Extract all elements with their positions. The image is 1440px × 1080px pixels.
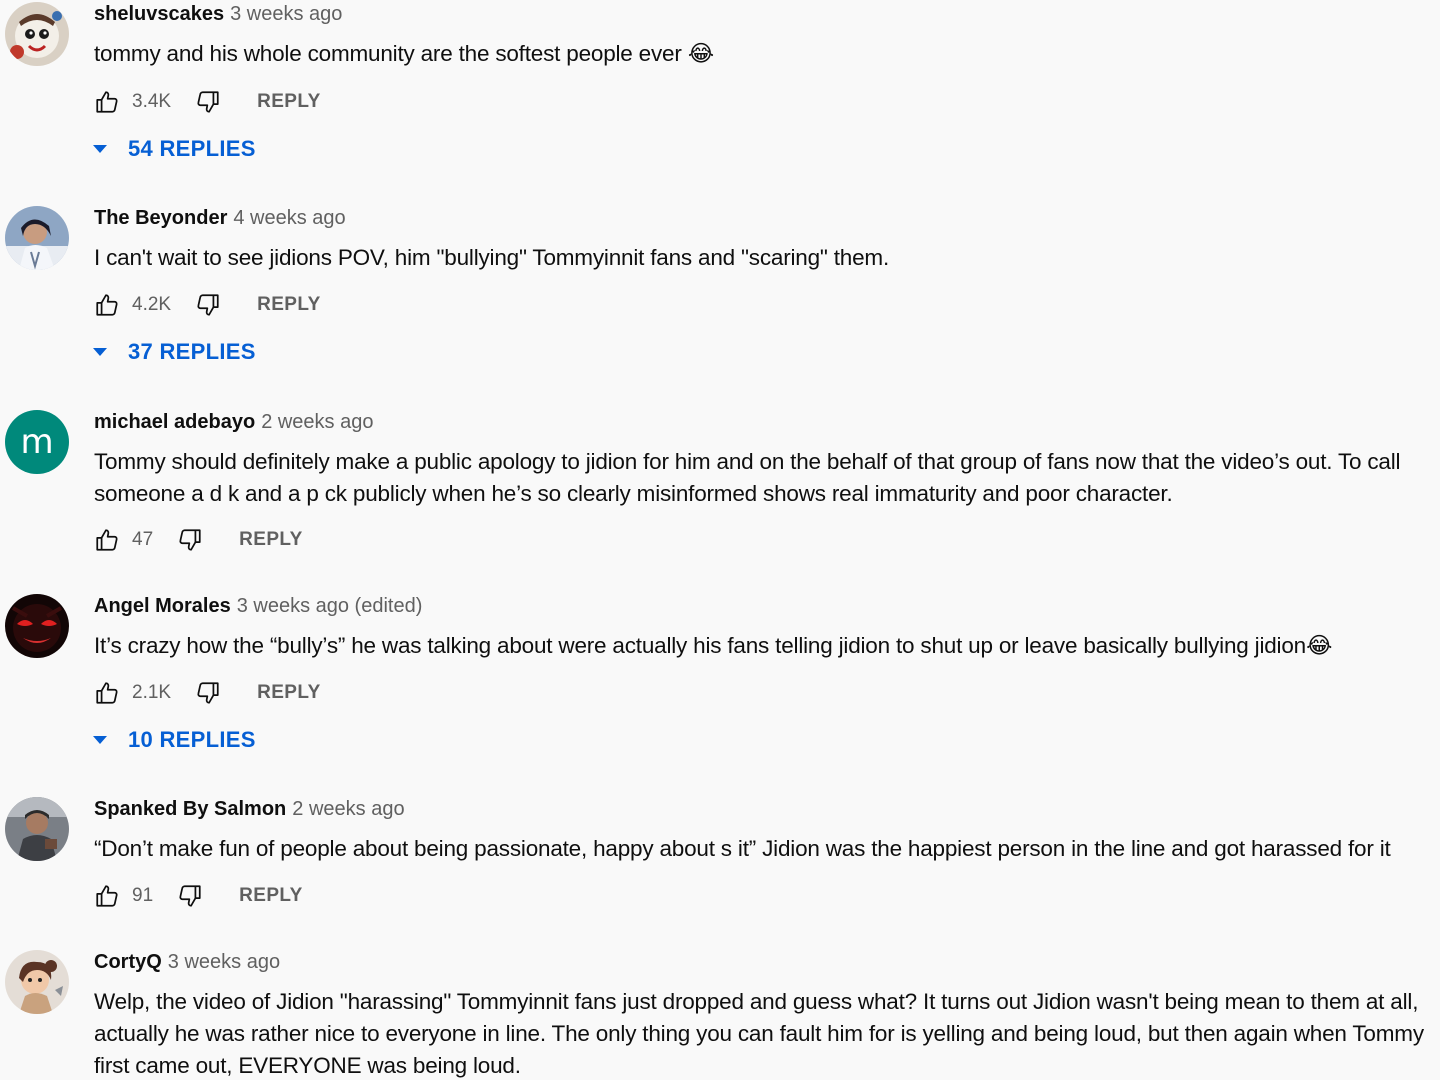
thumbs-up-icon: [96, 682, 118, 704]
reply-button[interactable]: REPLY: [257, 682, 321, 704]
comment-author[interactable]: The Beyonder: [94, 207, 227, 229]
like-button[interactable]: [94, 89, 120, 115]
comment-header: michael adebayo 2 weeks ago: [94, 410, 1432, 434]
comment-header: CortyQ 3 weeks ago: [94, 950, 1432, 974]
like-count: 47: [132, 529, 154, 550]
comment-author[interactable]: michael adebayo: [94, 411, 255, 433]
comment-header: sheluvscakes 3 weeks ago: [94, 2, 1432, 26]
caret-down-icon: [93, 736, 107, 744]
comment-body: michael adebayo 2 weeks ago Tommy should …: [94, 410, 1432, 510]
letter-avatar: m: [5, 410, 69, 474]
like-button[interactable]: [94, 883, 120, 909]
reply-button[interactable]: REPLY: [257, 294, 321, 316]
comment-actions: 2.1K REPLY: [94, 678, 321, 708]
comment-time[interactable]: 2 weeks ago: [292, 798, 404, 820]
thumbs-down-icon: [197, 682, 219, 704]
comment-time[interactable]: 2 weeks ago: [261, 411, 373, 433]
person-photo-avatar-icon: [5, 797, 69, 861]
character-portrait-avatar-icon: [5, 206, 69, 270]
view-replies-button[interactable]: 37 REPLIES: [90, 337, 256, 367]
dislike-button[interactable]: [177, 527, 203, 553]
comment-header: Angel Morales 3 weeks ago (edited): [94, 594, 1432, 618]
replies-count-label: 54 REPLIES: [128, 136, 256, 161]
thumbs-up-icon: [96, 91, 118, 113]
comment-text: tommy and his whole community are the so…: [94, 41, 714, 66]
comment-text: It’s crazy how the “bully’s” he was talk…: [94, 633, 1333, 658]
like-count: 91: [132, 885, 154, 906]
comment-text: “Don’t make fun of people about being pa…: [94, 836, 1391, 861]
like-button[interactable]: [94, 527, 120, 553]
reply-button[interactable]: REPLY: [257, 91, 321, 113]
reply-button[interactable]: REPLY: [239, 885, 303, 907]
comment-time[interactable]: 3 weeks ago: [230, 3, 342, 25]
comment-author[interactable]: sheluvscakes: [94, 3, 224, 25]
reply-button[interactable]: REPLY: [239, 529, 303, 551]
thumbs-down-icon: [179, 529, 201, 551]
comment-author[interactable]: CortyQ: [94, 951, 162, 973]
like-count: 4.2K: [132, 294, 172, 315]
cartoon-cup-avatar-icon: [5, 2, 69, 66]
comment-time[interactable]: 3 weeks ago (edited): [237, 595, 423, 617]
comments-section: sheluvscakes 3 weeks ago tommy and his wh…: [0, 0, 1440, 1080]
comment-body: Angel Morales 3 weeks ago (edited) It’s c…: [94, 594, 1432, 662]
comment-time[interactable]: 3 weeks ago: [168, 951, 280, 973]
view-replies-button[interactable]: 54 REPLIES: [90, 134, 256, 164]
comment-body: Spanked By Salmon 2 weeks ago “Don’t make…: [94, 797, 1432, 865]
comment-author[interactable]: Angel Morales: [94, 595, 231, 617]
thumbs-up-icon: [96, 885, 118, 907]
like-count: 2.1K: [132, 682, 172, 703]
avatar[interactable]: m: [5, 410, 69, 474]
comment-text: Tommy should definitely make a public ap…: [94, 449, 1401, 506]
dark-creature-avatar-icon: [5, 594, 69, 658]
cartoon-girl-avatar-icon: [5, 950, 69, 1014]
comment-header: Spanked By Salmon 2 weeks ago: [94, 797, 1432, 821]
like-count: 3.4K: [132, 91, 172, 112]
dislike-button[interactable]: [195, 292, 221, 318]
comment-author[interactable]: Spanked By Salmon: [94, 798, 286, 820]
avatar[interactable]: [5, 594, 69, 658]
caret-down-icon: [93, 348, 107, 356]
avatar[interactable]: [5, 797, 69, 861]
avatar[interactable]: [5, 2, 69, 66]
replies-count-label: 37 REPLIES: [128, 339, 256, 364]
comment-actions: 4.2K REPLY: [94, 290, 321, 320]
comment-actions: 47 REPLY: [94, 525, 303, 555]
comment-text: Welp, the video of Jidion "harassing" To…: [94, 989, 1424, 1078]
thumbs-down-icon: [197, 294, 219, 316]
comment-header: The Beyonder 4 weeks ago: [94, 206, 1432, 230]
like-button[interactable]: [94, 292, 120, 318]
dislike-button[interactable]: [177, 883, 203, 909]
view-replies-button[interactable]: 10 REPLIES: [90, 725, 256, 755]
caret-down-icon: [93, 145, 107, 153]
comment-actions: 3.4K REPLY: [94, 87, 321, 117]
dislike-button[interactable]: [195, 680, 221, 706]
comment-body: sheluvscakes 3 weeks ago tommy and his wh…: [94, 2, 1432, 70]
comment-time[interactable]: 4 weeks ago: [233, 207, 345, 229]
dislike-button[interactable]: [195, 89, 221, 115]
thumbs-down-icon: [179, 885, 201, 907]
thumbs-up-icon: [96, 294, 118, 316]
thumbs-down-icon: [197, 91, 219, 113]
thumbs-up-icon: [96, 529, 118, 551]
comment-text: I can't wait to see jidions POV, him "bu…: [94, 245, 890, 270]
comment-body: The Beyonder 4 weeks ago I can't wait to …: [94, 206, 1432, 274]
comment-body: CortyQ 3 weeks ago Welp, the video of Jid…: [94, 950, 1432, 1080]
avatar[interactable]: [5, 206, 69, 270]
comment-actions: 91 REPLY: [94, 881, 303, 911]
avatar[interactable]: [5, 950, 69, 1014]
replies-count-label: 10 REPLIES: [128, 727, 256, 752]
like-button[interactable]: [94, 680, 120, 706]
